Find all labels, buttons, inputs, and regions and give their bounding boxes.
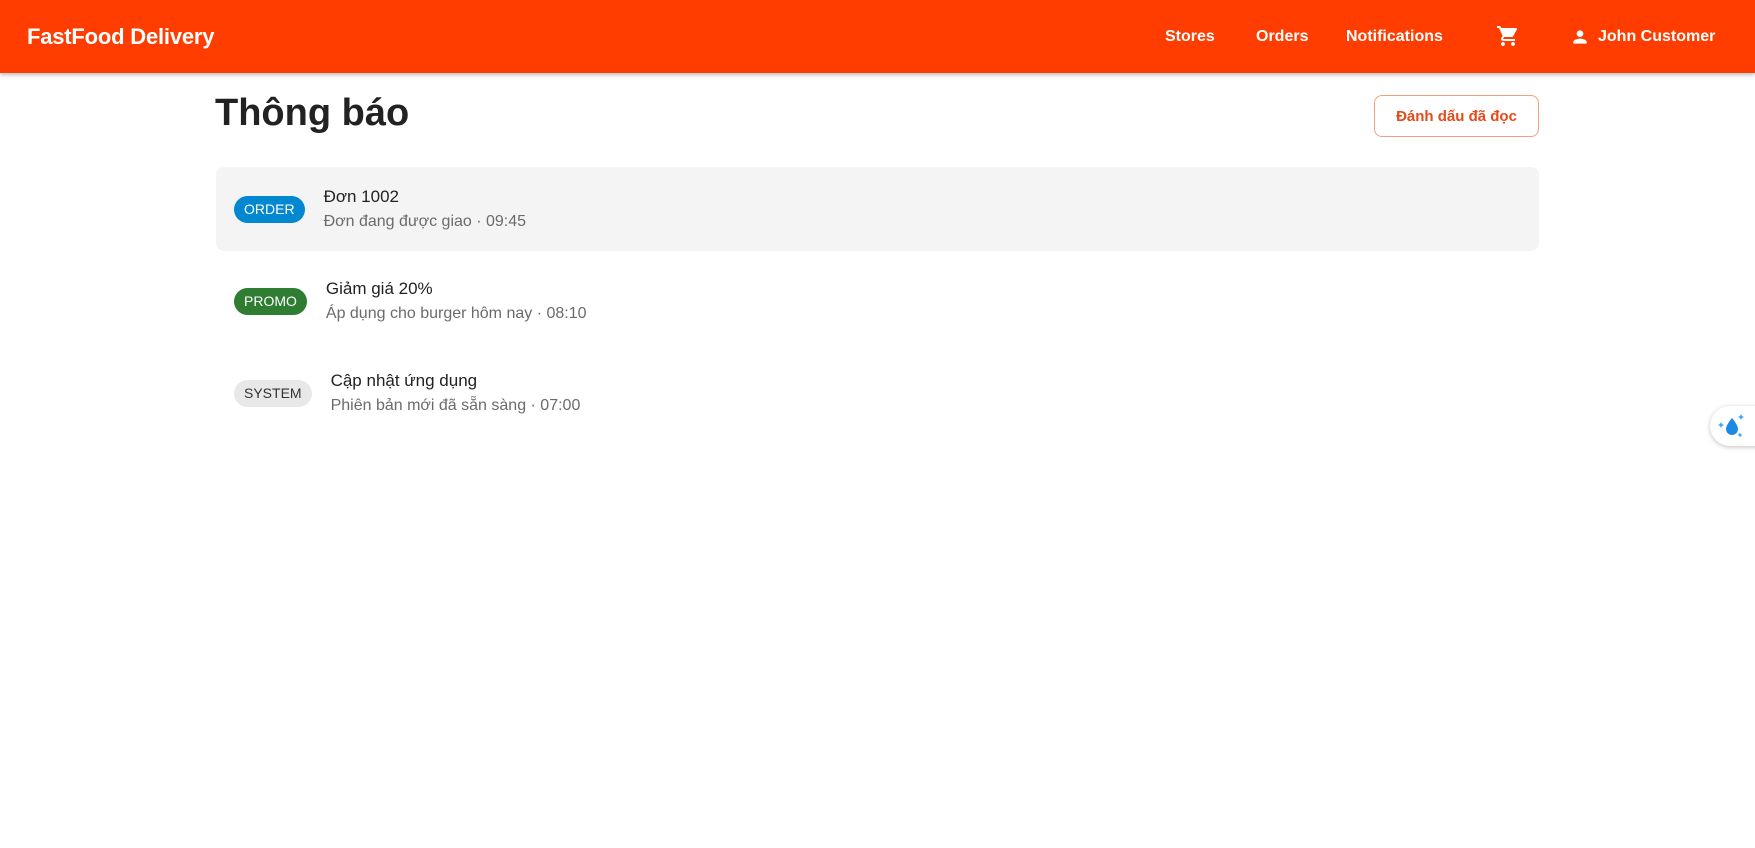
user-menu[interactable]: John Customer <box>1570 0 1715 73</box>
floating-assistant-button[interactable] <box>1710 406 1755 446</box>
notification-item[interactable]: SYSTEM Cập nhật ứng dụng Phiên bản mới đ… <box>216 351 1539 435</box>
notification-item[interactable]: PROMO Giảm giá 20% Áp dụng cho burger hô… <box>216 259 1539 343</box>
brand-logo[interactable]: FastFood Delivery <box>27 24 215 50</box>
cart-icon[interactable] <box>1496 24 1520 48</box>
notification-title: Giảm giá 20% <box>325 278 433 298</box>
page-title: Thông báo <box>215 92 410 134</box>
notification-tag-system: SYSTEM <box>234 379 312 407</box>
user-name: John Customer <box>1598 27 1716 45</box>
notification-subtitle: Phiên bản mới đã sẵn sàng · 07:00 <box>330 396 581 414</box>
nav-orders[interactable]: Orders <box>1256 0 1308 73</box>
notification-item[interactable]: ORDER Đơn 1002 Đơn đang được giao · 09:4… <box>216 167 1539 251</box>
notification-tag-order: ORDER <box>234 195 305 223</box>
nav-notifications[interactable]: Notifications <box>1346 0 1443 73</box>
mark-all-read-button[interactable]: Đánh dấu đã đọc <box>1374 95 1539 137</box>
notification-subtitle: Đơn đang được giao · 09:45 <box>323 212 527 230</box>
notification-subtitle: Áp dụng cho burger hôm nay · 08:10 <box>325 304 587 322</box>
app-bar: FastFood Delivery Stores Orders Notifica… <box>0 0 1755 73</box>
droplet-sparkle-icon <box>1718 414 1744 437</box>
nav-stores[interactable]: Stores <box>1165 0 1215 73</box>
person-icon <box>1573 29 1587 44</box>
notification-title: Cập nhật ứng dụng <box>330 370 478 390</box>
notification-title: Đơn 1002 <box>323 186 399 206</box>
notification-tag-promo: PROMO <box>234 287 307 315</box>
